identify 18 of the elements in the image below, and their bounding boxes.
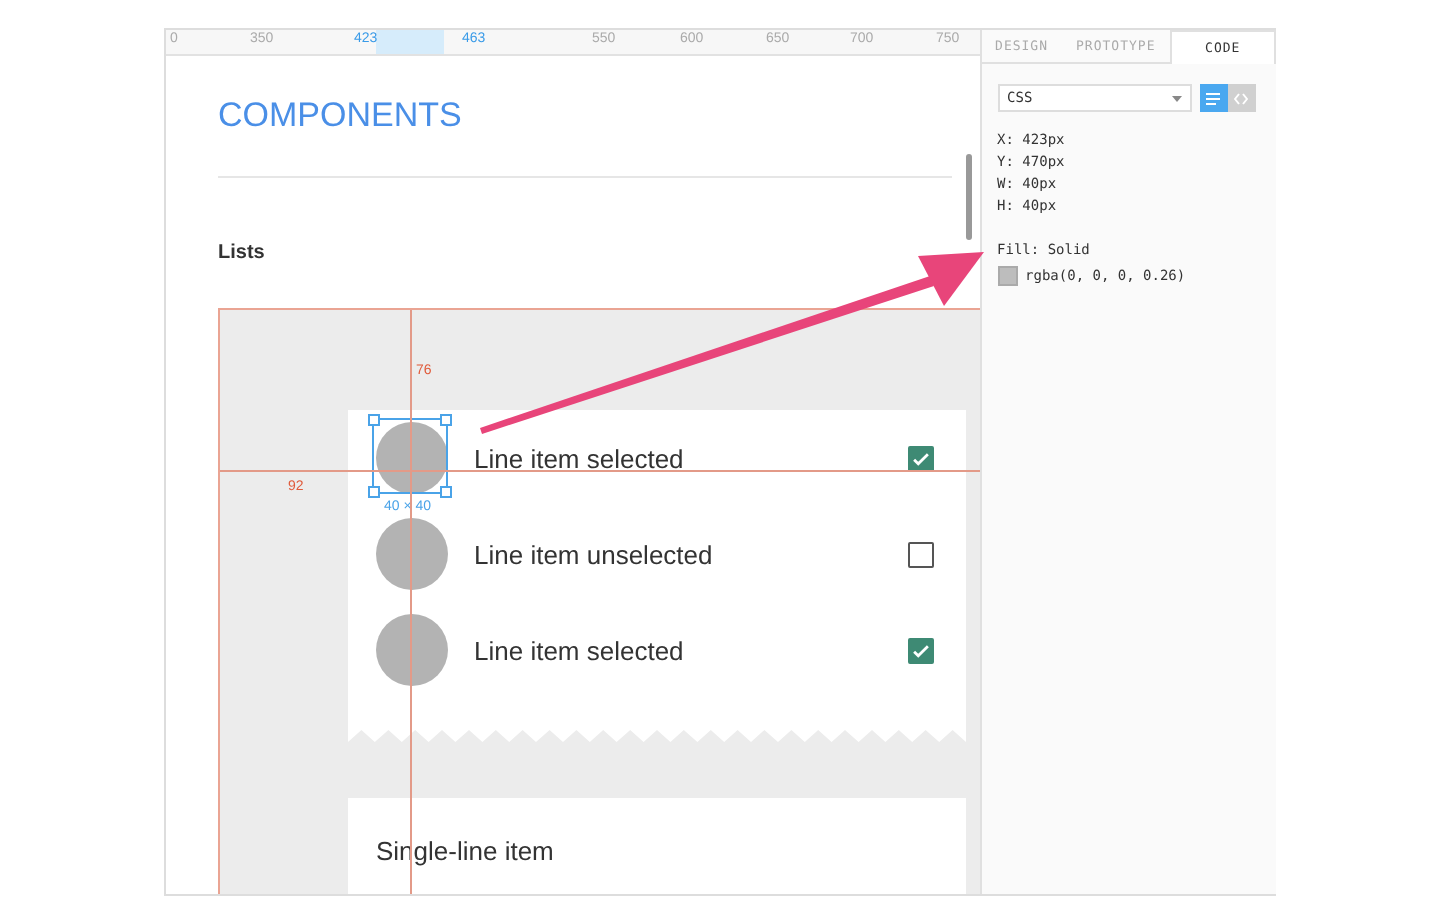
lines-icon [1206,91,1221,105]
checkbox[interactable] [908,637,934,663]
code-view-button[interactable] [1227,84,1256,112]
list-item-label: Line item unselected [474,539,713,569]
code-icon [1234,91,1249,105]
page-heading: COMPONENTS [218,96,464,136]
checkbox[interactable] [908,445,934,471]
list-view-button[interactable] [1199,84,1228,112]
caret-icon [1171,95,1182,101]
section-title: Lists [218,242,267,264]
ruler-highlight [376,30,444,54]
color-swatch[interactable] [997,266,1018,286]
scrollbar[interactable] [965,154,972,240]
avatar-placeholder[interactable] [376,518,448,590]
avatar-placeholder[interactable] [376,614,448,686]
checkbox[interactable] [908,541,934,567]
list-item-label: Line item selected [474,443,684,473]
list-item-label: Line item selected [474,635,684,665]
